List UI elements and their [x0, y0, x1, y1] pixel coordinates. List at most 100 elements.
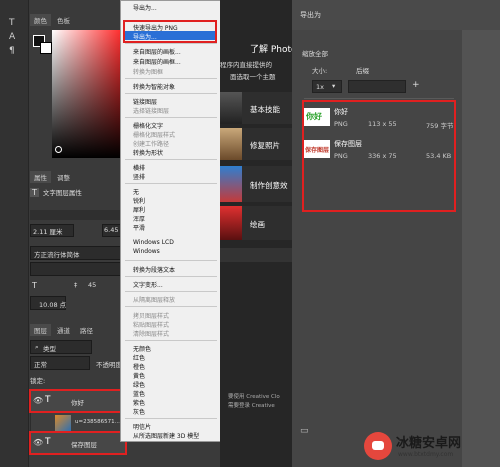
menu-item-export-as-top[interactable]: 导出为... — [133, 3, 157, 12]
menu-separator — [125, 306, 217, 307]
menu-item-green[interactable]: 绿色 — [133, 380, 145, 389]
tab-swatches[interactable]: 色板 — [53, 14, 74, 26]
menu-item-aa-smooth[interactable]: 平滑 — [133, 223, 145, 232]
chevron-down-icon: ▾ — [332, 82, 336, 90]
menu-item-red[interactable]: 红色 — [133, 353, 145, 362]
menu-item-violet[interactable]: 紫色 — [133, 398, 145, 407]
highlight-export-items — [123, 20, 217, 43]
card-creative-effects[interactable]: 制作创意效 — [220, 166, 292, 202]
color-picker-field[interactable] — [52, 30, 120, 158]
tracking-field[interactable]: 10.08 点 — [30, 296, 66, 310]
watermark: 冰糖安卓网 www.btxtdmy.com — [364, 428, 500, 464]
menu-item-copy-style: 拷贝图层样式 — [133, 313, 170, 320]
search-icon: ⌕ — [35, 343, 39, 351]
card-basic-skills[interactable]: 基本技能 — [220, 92, 292, 124]
color-panel-tabs: 颜色 色板 — [30, 14, 74, 26]
menu-separator — [125, 340, 217, 341]
menu-item-horizontal[interactable]: 横排 — [133, 163, 145, 172]
properties-title: 文字图层属性 — [42, 189, 82, 197]
layer-filter-select[interactable]: ⌕ 类型 — [30, 340, 92, 354]
menu-item-aa-none[interactable]: 无 — [133, 187, 139, 196]
tab-color[interactable]: 颜色 — [30, 14, 51, 26]
tool-strip: T A ¶ — [0, 0, 29, 467]
properties-tabs: 属性 调整 — [30, 171, 74, 183]
menu-separator — [125, 43, 217, 44]
suffix-input[interactable] — [348, 80, 406, 93]
menu-separator — [125, 183, 217, 184]
width-field[interactable]: 2.11 厘米 — [30, 224, 74, 237]
highlight-export-files — [302, 100, 456, 212]
font-size-icon: T — [32, 281, 37, 290]
artboard-icon[interactable]: ▭ — [300, 426, 309, 436]
menu-item-windows-lcd[interactable]: Windows LCD — [133, 239, 174, 246]
menu-item-link-layers[interactable]: 链接图层 — [133, 97, 157, 106]
home-line-2: 面选取一个主题 — [230, 73, 276, 81]
leading-icon: ‡ — [74, 281, 78, 289]
menu-item-aa-sharp[interactable]: 锐利 — [133, 196, 145, 205]
font-size-value[interactable]: 45 — [88, 281, 96, 289]
menu-item-release-isolation: 从隔离图层释放 — [133, 297, 176, 304]
transform-row — [30, 210, 120, 220]
paragraph-panel-icon[interactable]: ¶ — [9, 46, 15, 56]
menu-item-orange[interactable]: 橙色 — [133, 362, 145, 371]
menu-item-yellow[interactable]: 黄色 — [133, 371, 145, 380]
watermark-logo — [364, 432, 392, 460]
layer-name[interactable]: u=238586571... — [75, 419, 120, 425]
menu-item-select-linked: 选择链接图层 — [133, 108, 170, 115]
home-footer-1: 要使用 Creative Clo — [228, 394, 280, 400]
menu-item-artboard-from-layers[interactable]: 来自图层的画板... — [133, 47, 181, 56]
menu-item-blue[interactable]: 蓝色 — [133, 389, 145, 398]
opacity-label: 不透明度 — [96, 361, 122, 369]
character-panel-icon[interactable]: A — [9, 32, 15, 42]
background-color-swatch[interactable] — [40, 42, 52, 54]
menu-item-convert-smart-object[interactable]: 转换为智能对象 — [133, 82, 175, 91]
home-footer-2: 需要登录 Creative — [228, 403, 275, 409]
color-picker-cursor[interactable] — [55, 146, 62, 153]
layer-context-menu: 导出为... 快速导出为 PNG 导出为... 来自图层的画板... 来自图层的… — [120, 0, 222, 442]
tab-layers[interactable]: 图层 — [30, 324, 51, 336]
layers-tabs: 图层 通道 路径 — [30, 324, 97, 336]
menu-separator — [125, 260, 217, 261]
menu-item-frame-from-layers[interactable]: 来自图层的画框... — [133, 57, 181, 66]
menu-separator — [125, 93, 217, 94]
menu-item-rasterize-type[interactable]: 栅格化文字 — [133, 121, 163, 130]
blend-mode-select[interactable]: 正常 — [30, 356, 90, 370]
menu-item-convert-to-frame: 转换为图框 — [133, 69, 164, 76]
menu-item-vertical[interactable]: 竖排 — [133, 172, 145, 181]
export-title-bar: 导出为 — [292, 0, 500, 30]
scale-select[interactable]: 1x ▾ — [312, 80, 342, 93]
menu-item-convert-paragraph[interactable]: 转换为段落文本 — [133, 265, 175, 274]
type-tool-icon[interactable]: T — [9, 18, 15, 28]
properties-header: T 文字图层属性 — [30, 187, 82, 197]
home-line-1: 程序内直接提供的 — [220, 61, 272, 69]
menu-item-postcard[interactable]: 明信片 — [133, 422, 151, 431]
lock-label: 锁定: — [30, 377, 46, 385]
add-scale-icon[interactable]: + — [412, 80, 420, 90]
tab-properties[interactable]: 属性 — [30, 171, 51, 183]
card-thumbnail — [220, 166, 242, 202]
tab-paths[interactable]: 路径 — [76, 324, 97, 336]
card-thumbnail — [220, 92, 242, 124]
menu-item-convert-to-shape[interactable]: 转换为形状 — [133, 148, 163, 157]
font-style-select[interactable] — [30, 262, 126, 276]
highlight-layer-save — [29, 431, 127, 455]
card-painting[interactable]: 绘画 — [220, 206, 292, 240]
menu-item-aa-crisp[interactable]: 犀利 — [133, 205, 145, 214]
tab-adjustments[interactable]: 调整 — [53, 171, 74, 183]
menu-item-clear-style: 清除图层样式 — [133, 331, 170, 338]
menu-item-windows[interactable]: Windows — [133, 248, 160, 255]
menu-item-aa-strong[interactable]: 浑厚 — [133, 214, 145, 223]
home-heading: 了解 Photo — [250, 45, 297, 55]
tab-channels[interactable]: 通道 — [53, 324, 74, 336]
menu-item-new-3d-model[interactable]: 从所选图层新建 3D 模型 — [133, 431, 199, 440]
menu-separator — [125, 159, 217, 160]
suffix-label: 后缀 — [356, 67, 369, 75]
font-family-select[interactable]: 方正流行体简体 — [30, 246, 126, 260]
card-fix-photos[interactable]: 修复照片 — [220, 128, 292, 160]
menu-item-gray[interactable]: 灰色 — [133, 407, 145, 416]
menu-separator — [125, 418, 217, 419]
collapse-all-label[interactable]: 缩放全部 — [302, 48, 328, 58]
menu-item-no-color[interactable]: 无颜色 — [133, 344, 151, 353]
layer-thumbnail — [55, 415, 71, 431]
menu-item-warp-text[interactable]: 文字变形... — [133, 280, 163, 289]
